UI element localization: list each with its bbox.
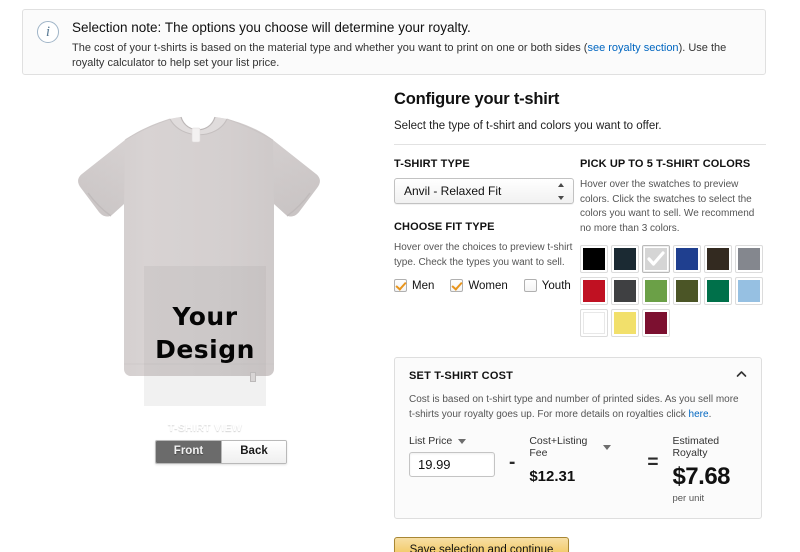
page-subtitle: Select the type of t-shirt and colors yo… (394, 120, 662, 132)
estimated-royalty-group: Estimated Royalty $7.68 per unit (672, 435, 747, 504)
page-title: Configure your t-shirt (394, 90, 560, 108)
color-swatch-fill (614, 280, 636, 302)
list-price-input[interactable] (409, 452, 495, 477)
fit-checkbox-women[interactable]: Women (450, 279, 508, 292)
tshirt-view-label: T-SHIRT VIEW (167, 422, 243, 434)
color-swatch-fill (614, 248, 636, 270)
fit-type-heading: CHOOSE FIT TYPE (394, 221, 495, 233)
list-price-label-text: List Price (409, 435, 453, 447)
chevron-up-icon[interactable] (736, 369, 747, 380)
colors-note: Hover over the swatches to preview color… (580, 179, 755, 234)
color-swatch-leaf-green[interactable] (642, 277, 670, 305)
color-swatch-fill (583, 312, 605, 334)
tshirt-type-select[interactable]: Anvil - Relaxed Fit (394, 178, 574, 204)
checkbox-women-box[interactable] (450, 279, 464, 292)
selection-note-banner: i Selection note: The options you choose… (22, 9, 766, 75)
section-divider (394, 144, 766, 145)
color-swatch-fill (583, 280, 605, 302)
design-resize-handle[interactable] (250, 372, 256, 382)
config-left-column: T-SHIRT TYPE Anvil - Relaxed Fit CHOOSE … (394, 158, 580, 341)
design-placeholder-text: Your Design (144, 300, 266, 366)
fit-checkbox-men[interactable]: Men (394, 279, 434, 292)
tshirt-image: Your Design T-SHIRT VIEW Front Back (18, 92, 378, 464)
color-swatch-fill (645, 280, 667, 302)
color-swatch-fill (676, 280, 698, 302)
color-swatch-fill (645, 248, 667, 270)
color-swatch-royal-blue[interactable] (673, 245, 701, 273)
color-swatch-fill (583, 248, 605, 270)
checkbox-youth-label: Youth (541, 279, 571, 292)
checkbox-men-box[interactable] (394, 279, 407, 292)
checkbox-women-label: Women (468, 279, 508, 292)
fit-type-note: Hover over the choices to preview t-shir… (394, 242, 573, 268)
tshirt-preview: Your Design T-SHIRT VIEW Front Back (18, 92, 378, 464)
cost-note-after-link: . (708, 408, 712, 420)
banner-body: Selection note: The options you choose w… (72, 20, 751, 74)
list-price-label: List Price (409, 435, 495, 447)
configuration-panel: Configure your t-shirt Select the type o… (394, 90, 766, 552)
see-royalty-section-link[interactable]: see royalty section (587, 42, 678, 54)
view-back-button[interactable]: Back (221, 441, 286, 463)
cost-listing-fee-value: $12.31 (529, 468, 576, 485)
design-line-2: Design (155, 335, 255, 364)
checkbox-men-label: Men (412, 279, 435, 292)
colors-heading: PICK UP TO 5 T-SHIRT COLORS (580, 158, 751, 170)
tshirt-type-heading: T-SHIRT TYPE (394, 158, 470, 170)
color-swatch-navy-dark[interactable] (611, 245, 639, 273)
select-stepper-arrows-icon (557, 183, 565, 200)
banner-title: Selection note: The options you choose w… (72, 20, 471, 35)
fit-checkbox-youth[interactable]: Youth (523, 279, 571, 292)
config-right-column: PICK UP TO 5 T-SHIRT COLORS Hover over t… (580, 158, 766, 341)
list-price-caret-down-icon[interactable] (458, 438, 467, 444)
color-swatch-fill (645, 312, 667, 334)
estimated-royalty-unit: per unit (672, 493, 705, 504)
color-swatch-black[interactable] (580, 245, 608, 273)
cost-listing-fee-label: Cost+Listing Fee (529, 435, 612, 459)
swatch-check-icon (645, 248, 667, 270)
page-root: i Selection note: The options you choose… (0, 0, 800, 552)
design-line-1: Your (172, 302, 238, 331)
color-swatch-fill (707, 280, 729, 302)
cost-listing-fee-caret-down-icon[interactable] (603, 444, 612, 450)
color-swatch-olive-green[interactable] (673, 277, 701, 305)
cost-listing-fee-label-text: Cost+Listing Fee (529, 435, 588, 459)
estimated-royalty-label: Estimated Royalty (672, 435, 720, 459)
color-swatch-grid (580, 245, 766, 341)
tshirt-view-toggle: Front Back (155, 440, 287, 464)
config-columns: T-SHIRT TYPE Anvil - Relaxed Fit CHOOSE … (394, 158, 766, 341)
color-swatch-yellow[interactable] (611, 309, 639, 337)
fit-type-checkbox-group: Men Women Youth (394, 279, 580, 292)
set-tshirt-cost-panel: SET T-SHIRT COST Cost is based on t-shir… (394, 357, 762, 519)
color-swatch-red[interactable] (580, 277, 608, 305)
save-selection-button[interactable]: Save selection and continue (394, 537, 569, 552)
color-swatch-maroon[interactable] (642, 309, 670, 337)
color-swatch-light-blue[interactable] (735, 277, 763, 305)
estimated-royalty-value: $7.68 (672, 463, 731, 490)
cost-listing-fee-group: Cost+Listing Fee $12.31 (529, 435, 612, 485)
equals-operator: = (647, 452, 659, 473)
banner-description: The cost of your t-shirts is based on th… (72, 41, 751, 71)
color-swatch-dark-brown[interactable] (704, 245, 732, 273)
color-swatch-fill (738, 248, 760, 270)
minus-operator: - (509, 452, 516, 473)
royalties-here-link[interactable]: here (689, 409, 709, 420)
checkbox-youth-box[interactable] (523, 279, 537, 292)
color-swatch-forest-green[interactable] (704, 277, 732, 305)
color-swatch-fill (676, 248, 698, 270)
color-swatch-light-grey[interactable] (642, 245, 670, 273)
color-swatch-fill (614, 312, 636, 334)
list-price-group: List Price (409, 435, 495, 477)
cost-panel-heading: SET T-SHIRT COST (409, 370, 514, 382)
color-swatch-fill (707, 248, 729, 270)
info-circle-icon: i (37, 21, 59, 43)
color-swatch-white[interactable] (580, 309, 608, 337)
royalty-calculator-row: List Price - Cost+Listing Fee $12.31 = E… (409, 435, 747, 504)
color-swatch-fill (738, 280, 760, 302)
color-swatch-slate-grey[interactable] (735, 245, 763, 273)
banner-text-before-link: The cost of your t-shirts is based on th… (72, 42, 588, 54)
cost-panel-note: Cost is based on t-shirt type and number… (409, 393, 747, 422)
tshirt-type-selected-value: Anvil - Relaxed Fit (404, 184, 502, 198)
view-front-button[interactable]: Front (156, 441, 221, 463)
color-swatch-charcoal[interactable] (611, 277, 639, 305)
